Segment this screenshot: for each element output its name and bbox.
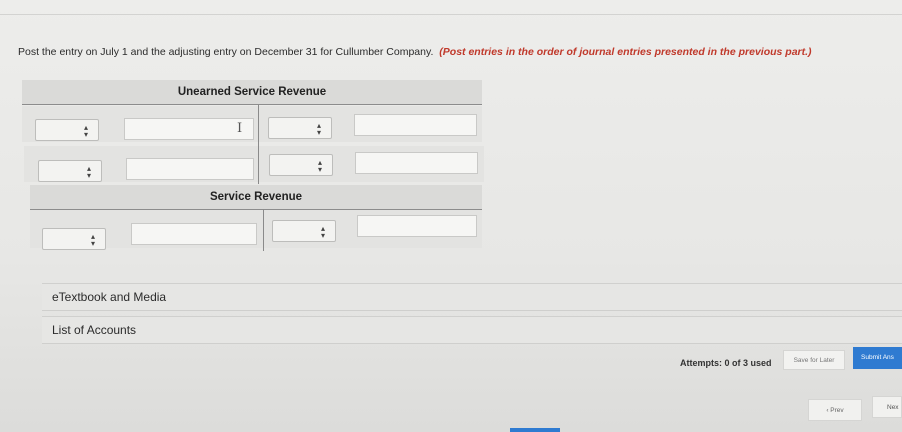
etextbook-label: eTextbook and Media	[52, 290, 167, 304]
save-for-later-button[interactable]: Save for Later	[783, 350, 845, 370]
credit-date-select[interactable]: ▴ ▾	[268, 117, 332, 139]
debit-date-select[interactable]: ▴ ▾	[38, 160, 102, 182]
credit-amount-input[interactable]	[357, 215, 477, 237]
t-account-title: Unearned Service Revenue	[177, 86, 327, 98]
t-account-title: Service Revenue	[209, 191, 303, 203]
next-button[interactable]: Nex	[872, 396, 902, 418]
t-account-header-unearned: Unearned Service Revenue	[22, 80, 482, 105]
t-account-divider	[263, 209, 264, 251]
i-beam-cursor-icon: I	[237, 121, 243, 136]
submit-answer-button[interactable]: Submit Ans	[853, 347, 902, 369]
updown-arrow-icon: ▴ ▾	[86, 164, 91, 180]
instructions-note: (Post entries in the order of journal en…	[439, 46, 812, 58]
debit-amount-input[interactable]: I	[124, 118, 254, 140]
instructions-text: Post the entry on July 1 and the adjusti…	[18, 46, 434, 58]
header-divider	[0, 14, 902, 15]
updown-arrow-icon: ▴ ▾	[320, 224, 325, 240]
debit-amount-input[interactable]	[126, 158, 254, 180]
debit-date-select[interactable]: ▴ ▾	[35, 119, 99, 141]
t-account-header-service: Service Revenue	[30, 185, 482, 210]
list-of-accounts-label: List of Accounts	[52, 323, 137, 337]
prev-button[interactable]: ‹ Prev	[808, 399, 862, 421]
etextbook-link[interactable]: eTextbook and Media	[42, 283, 902, 311]
t-account-divider	[258, 104, 259, 184]
attempts-counter: Attempts: 0 of 3 used	[680, 358, 772, 368]
updown-arrow-icon: ▴ ▾	[83, 123, 88, 139]
bottom-accent-bar	[510, 428, 560, 432]
credit-amount-input[interactable]	[355, 152, 478, 174]
updown-arrow-icon: ▴ ▾	[90, 232, 95, 248]
credit-date-select[interactable]: ▴ ▾	[269, 154, 333, 176]
page-background: Post the entry on July 1 and the adjusti…	[0, 0, 902, 432]
debit-amount-input[interactable]	[131, 223, 257, 245]
instructions: Post the entry on July 1 and the adjusti…	[18, 46, 812, 58]
credit-amount-input[interactable]	[354, 114, 477, 136]
list-of-accounts-link[interactable]: List of Accounts	[42, 316, 902, 344]
debit-date-select[interactable]: ▴ ▾	[42, 228, 106, 250]
credit-date-select[interactable]: ▴ ▾	[272, 220, 336, 242]
updown-arrow-icon: ▴ ▾	[317, 158, 322, 174]
updown-arrow-icon: ▴ ▾	[316, 121, 321, 137]
